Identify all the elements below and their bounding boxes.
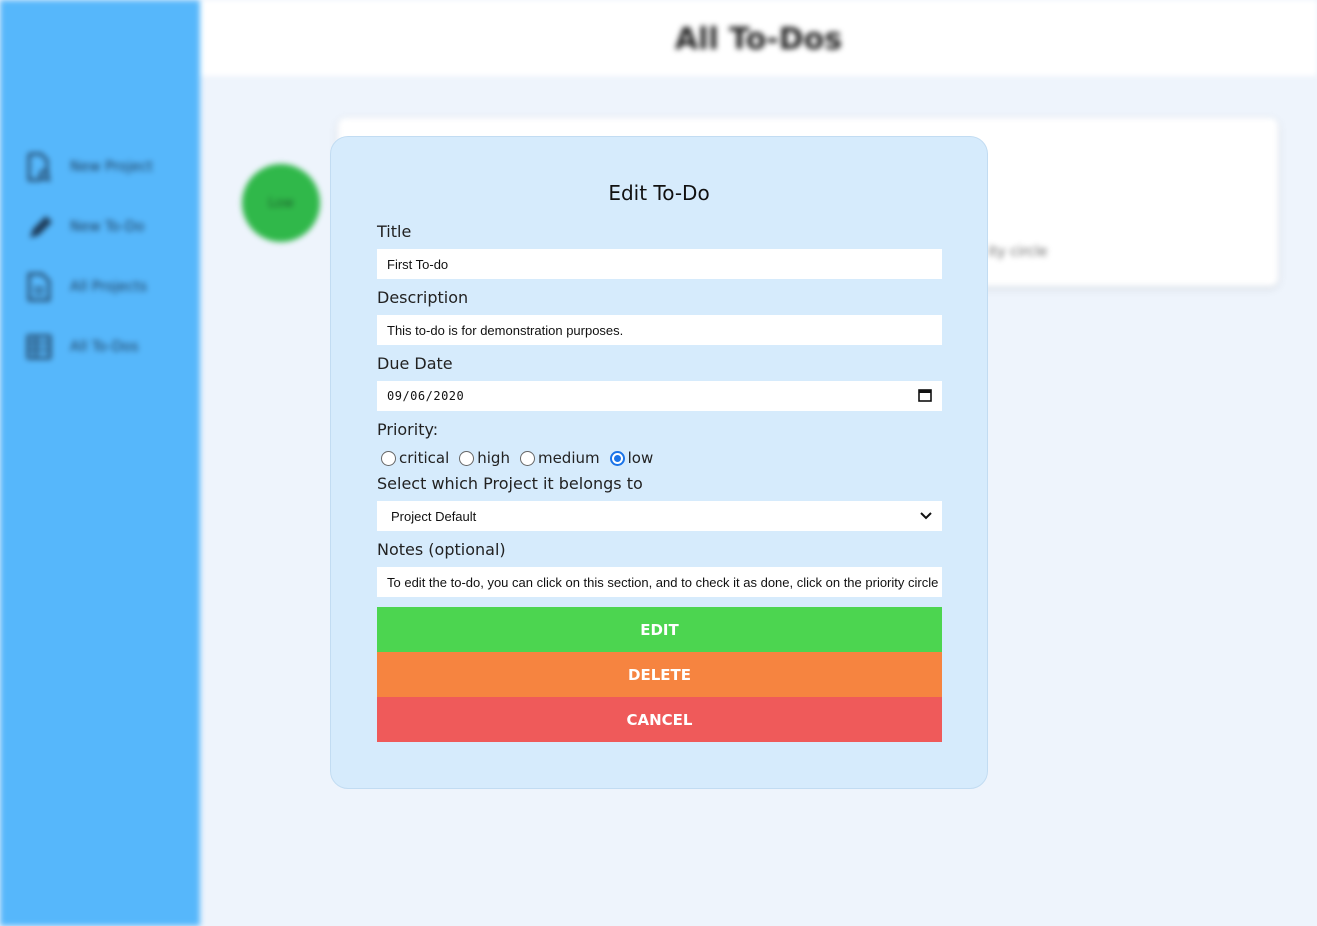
sidebar-item-label: New To-Do xyxy=(70,219,145,235)
todo-card-notes: ity circle xyxy=(988,244,1048,260)
priority-option-medium[interactable]: medium xyxy=(519,449,600,467)
radio-button[interactable] xyxy=(519,450,535,466)
priority-option-low[interactable]: low xyxy=(609,449,654,467)
radio-label: low xyxy=(627,449,654,467)
modal-title: Edit To-Do xyxy=(608,181,710,205)
priority-circle[interactable]: Low xyxy=(242,164,320,242)
sidebar-item-new-project[interactable]: New Project xyxy=(26,152,153,182)
chevron-down-icon xyxy=(920,509,932,524)
sidebar-item-all-projects[interactable]: All Projects xyxy=(26,272,147,302)
title-label: Title xyxy=(377,222,412,241)
edit-todo-modal: Edit To-Do Title First To-do Description… xyxy=(330,136,988,789)
sidebar-item-label: New Project xyxy=(70,159,153,175)
radio-label: medium xyxy=(537,449,600,467)
top-header: All To-Dos xyxy=(200,0,1317,76)
radio-button-selected[interactable] xyxy=(609,450,625,466)
project-select[interactable]: Project Default xyxy=(377,501,942,531)
page-title: All To-Dos xyxy=(674,22,843,57)
priority-option-critical[interactable]: critical xyxy=(381,449,449,467)
delete-button[interactable]: DELETE xyxy=(377,652,942,697)
due-date-label: Due Date xyxy=(377,354,453,373)
title-input[interactable]: First To-do xyxy=(377,249,942,279)
description-label: Description xyxy=(377,288,469,307)
radio-button[interactable] xyxy=(381,450,396,466)
due-date-value: 09/06/2020 xyxy=(387,389,465,403)
project-select-value: Project Default xyxy=(391,508,477,524)
notes-label: Notes (optional) xyxy=(377,540,506,559)
grid-list-icon xyxy=(26,332,52,362)
document-icon xyxy=(26,272,52,302)
title-input-value: First To-do xyxy=(387,256,449,272)
sidebar: New Project New To-Do All Projects All T… xyxy=(0,0,200,926)
calendar-icon[interactable] xyxy=(918,388,932,405)
sidebar-item-label: All To-Dos xyxy=(70,339,139,355)
edit-button[interactable]: EDIT xyxy=(377,607,942,652)
priority-option-high[interactable]: high xyxy=(459,449,510,467)
radio-button[interactable] xyxy=(459,450,475,466)
radio-label: high xyxy=(477,449,510,467)
sidebar-item-label: All Projects xyxy=(70,279,147,295)
priority-label: Priority: xyxy=(377,420,439,439)
due-date-input[interactable]: 09/06/2020 xyxy=(377,381,942,411)
sidebar-item-all-todos[interactable]: All To-Dos xyxy=(26,332,139,362)
cancel-button[interactable]: CANCEL xyxy=(377,697,942,742)
new-project-icon xyxy=(26,152,52,182)
priority-badge-label: Low xyxy=(268,195,294,211)
radio-label: critical xyxy=(399,449,450,467)
description-input[interactable]: This to-do is for demonstration purposes… xyxy=(377,315,942,345)
notes-input-value: To edit the to-do, you can click on this… xyxy=(387,574,939,590)
project-label: Select which Project it belongs to xyxy=(377,474,643,493)
pencil-icon xyxy=(26,212,52,242)
notes-input[interactable]: To edit the to-do, you can click on this… xyxy=(377,567,942,597)
description-input-value: This to-do is for demonstration purposes… xyxy=(387,322,624,338)
priority-radio-group: critical high medium low xyxy=(381,449,663,467)
sidebar-item-new-todo[interactable]: New To-Do xyxy=(26,212,144,242)
